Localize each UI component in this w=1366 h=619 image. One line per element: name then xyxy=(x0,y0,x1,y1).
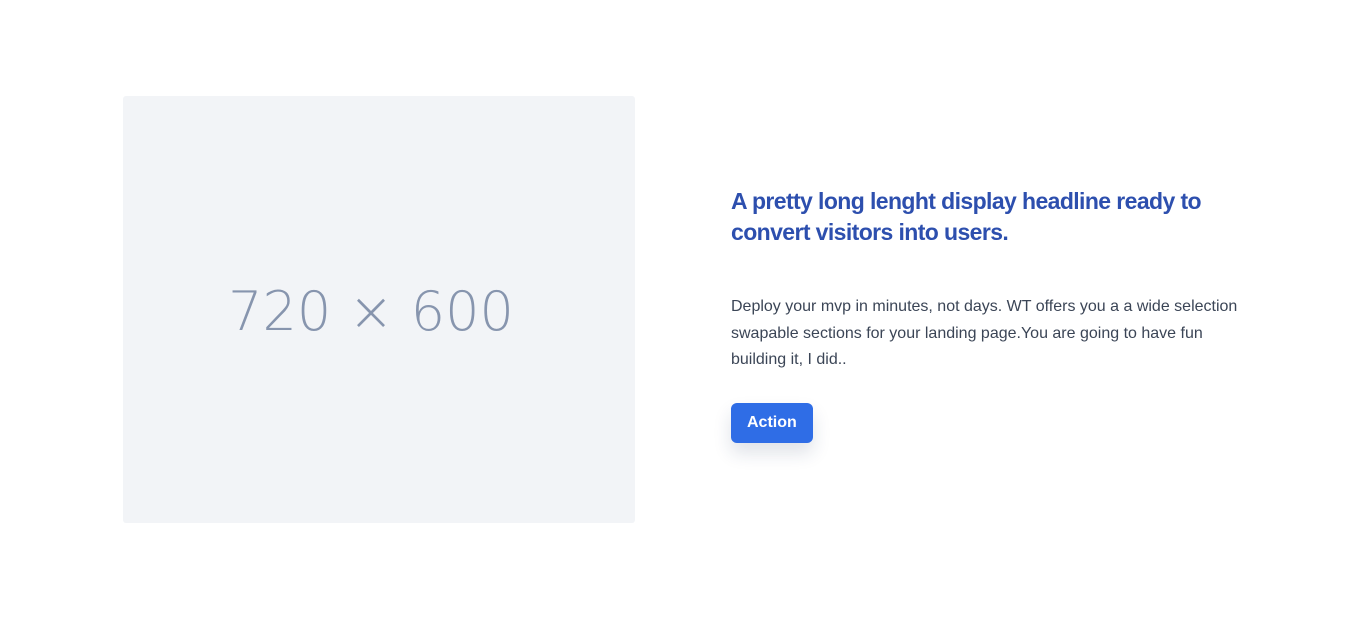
hero-section: 720 × 600 A pretty long lenght display h… xyxy=(0,0,1366,619)
image-placeholder-label: 720 × 600 xyxy=(228,280,514,343)
hero-description: Deploy your mvp in minutes, not days. WT… xyxy=(731,298,1238,368)
hero-headline: A pretty long lenght display headline re… xyxy=(731,188,1202,245)
hero-content: A pretty long lenght display headline re… xyxy=(731,186,1251,443)
hero-image-placeholder: 720 × 600 xyxy=(123,96,635,523)
action-button[interactable]: Action xyxy=(731,402,813,443)
